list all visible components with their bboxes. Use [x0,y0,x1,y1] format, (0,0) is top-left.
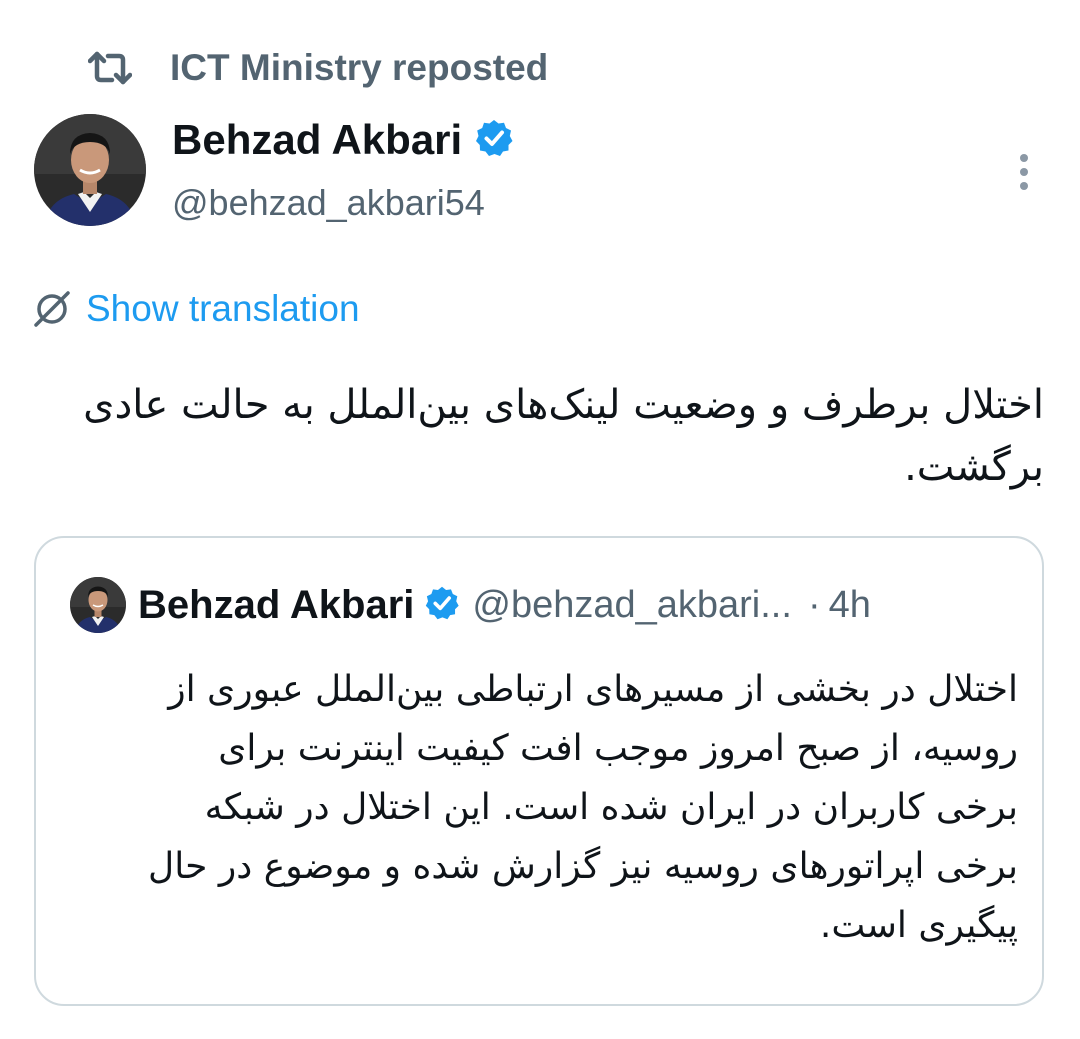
more-vertical-icon[interactable] [1004,150,1044,194]
repost-indicator[interactable]: ICT Ministry reposted [88,44,548,92]
globe-translate-icon [34,291,70,327]
quoted-author-name: Behzad Akbari [138,582,415,627]
tweet-text: اختلال برطرف و وضعیت لینک‌های بین‌الملل … [83,382,1044,490]
quoted-avatar [70,577,126,633]
repost-label: ICT Ministry reposted [170,47,549,88]
quoted-tweet-header: Behzad Akbari @behzad_akbari... · 4h [70,574,1030,636]
separator-dot: · [807,583,821,626]
show-translation-link[interactable]: Show translation [32,284,360,334]
quoted-author-handle: @behzad_akbari... [472,583,792,626]
author-name[interactable]: Behzad Akbari [172,116,514,164]
show-translation-label: Show translation [86,288,360,329]
author-display-name: Behzad Akbari [172,116,463,163]
repost-icon [88,51,132,85]
author-handle[interactable]: @behzad_akbari54 [172,182,485,224]
verified-badge-icon [424,585,460,626]
quoted-tweet-card[interactable]: Behzad Akbari @behzad_akbari... · 4h اخت… [34,536,1044,1006]
avatar[interactable] [34,114,146,226]
quoted-tweet-text: اختلال در بخشی از مسیرهای ارتباطی بین‌ال… [148,669,1018,946]
quoted-timestamp: 4h [828,583,871,626]
verified-badge-icon [474,118,514,163]
